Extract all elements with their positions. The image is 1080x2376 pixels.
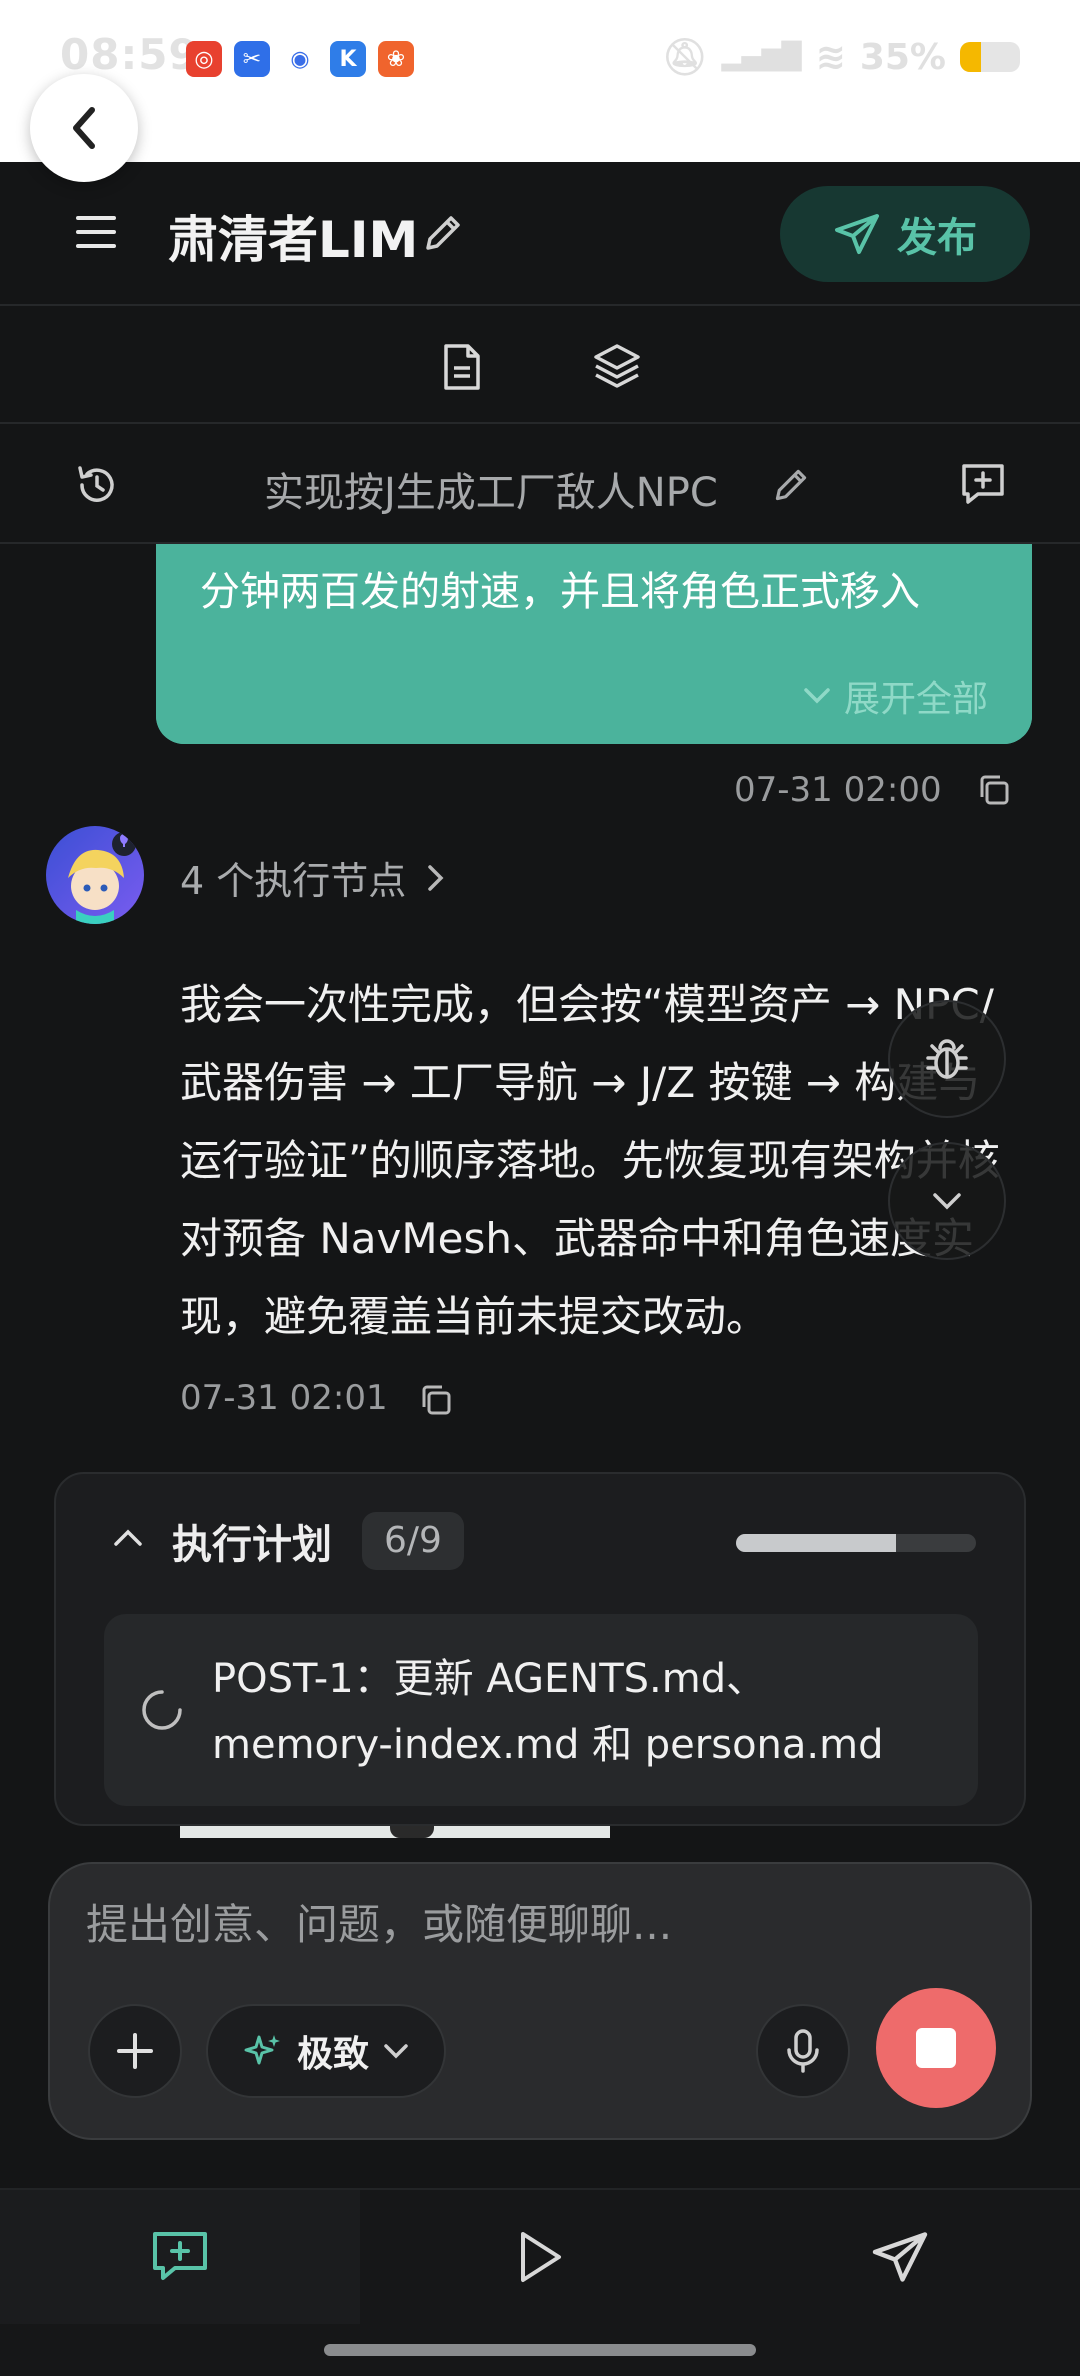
- status-app-icons: ◎ ✂ ◉ K ❀: [186, 41, 414, 77]
- home-indicator[interactable]: [324, 2344, 756, 2356]
- chevron-down-icon: [804, 688, 830, 704]
- publish-label: 发布: [897, 215, 977, 261]
- xianyu-icon: ✂: [234, 41, 270, 77]
- debug-button[interactable]: [888, 1000, 1006, 1118]
- kuwo-icon: K: [330, 41, 366, 77]
- plan-title: 执行计划: [172, 1522, 332, 1568]
- bug-icon: [926, 1039, 968, 1079]
- current-task-line-2: memory-index.md 和 persona.md: [212, 1722, 884, 1768]
- chat-icon: [153, 2232, 207, 2280]
- plus-icon: [117, 2033, 153, 2069]
- new-chat-icon[interactable]: [958, 460, 1008, 508]
- assistant-avatar: [46, 826, 144, 924]
- send-icon: [872, 2232, 928, 2282]
- loading-spinner-icon: [142, 1690, 182, 1730]
- sparkle-icon: [244, 2035, 280, 2065]
- mode-selector[interactable]: 极致: [206, 2004, 446, 2098]
- project-title: 肃清者LIM: [168, 211, 419, 269]
- assistant-reply-text: 我会一次性完成，但会按“模型资产 → NPC/武器伤害 → 工厂导航 → J/Z…: [180, 980, 1000, 1341]
- copy-icon[interactable]: [976, 772, 1012, 808]
- current-task-line-1: POST-1：更新 AGENTS.md、: [212, 1656, 767, 1702]
- execution-nodes-toggle[interactable]: 4 个执行节点: [180, 850, 446, 905]
- menu-icon[interactable]: [76, 214, 116, 250]
- mute-icon: 🔕︎: [661, 37, 708, 78]
- microphone-icon: [787, 2029, 819, 2073]
- play-icon: [521, 2232, 561, 2282]
- stop-generation-button[interactable]: [876, 1988, 996, 2108]
- battery-icon: [960, 42, 1020, 72]
- plan-step-count: 6/9: [362, 1512, 464, 1570]
- user-message-text: 分钟两百发的射速，并且将角色正式移入: [200, 569, 920, 615]
- add-attachment-button[interactable]: [88, 2004, 182, 2098]
- chevron-down-icon: [384, 2044, 408, 2059]
- netease-music-icon: ◎: [186, 41, 222, 77]
- message-composer: 极致: [48, 1862, 1032, 2140]
- status-bar: 08:59 ◎ ✂ ◉ K ❀ 🔕︎ ▂▄▆█ ≋ 35%: [0, 0, 1080, 162]
- signal-icon: ▂▄▆█: [721, 42, 802, 72]
- plan-progress-fill: [736, 1534, 897, 1552]
- bottom-navigation: [0, 2188, 1080, 2376]
- edit-title-icon[interactable]: [422, 212, 464, 254]
- execution-plan-card: 执行计划 6/9 POST-1：更新 AGENTS.md、 memory-ind…: [54, 1472, 1026, 1826]
- document-icon[interactable]: [440, 342, 484, 392]
- publish-button[interactable]: 发布: [780, 186, 1030, 282]
- edit-session-icon[interactable]: [772, 466, 810, 504]
- plan-progress-bar: [736, 1534, 976, 1552]
- user-message-timestamp: 07-31 02:00: [734, 770, 942, 810]
- app-header: 肃清者LIM 发布: [0, 162, 1080, 306]
- voice-input-button[interactable]: [756, 2004, 850, 2098]
- message-input[interactable]: [86, 1900, 986, 1949]
- browser-icon: ◉: [282, 41, 318, 77]
- copy-icon[interactable]: [418, 1382, 454, 1418]
- history-icon[interactable]: [74, 462, 120, 508]
- battery-percent: 35%: [859, 36, 946, 78]
- back-button[interactable]: [30, 74, 138, 182]
- expand-all-button[interactable]: 展开全部: [802, 670, 988, 722]
- send-icon: [835, 214, 879, 254]
- chevron-up-icon[interactable]: [112, 1528, 144, 1548]
- chevron-left-icon: [73, 107, 95, 149]
- current-task: POST-1：更新 AGENTS.md、 memory-index.md 和 p…: [104, 1614, 978, 1806]
- image-preview-edge: [180, 1826, 610, 1838]
- mode-label: 极致: [296, 2034, 369, 2075]
- status-time: 08:59: [60, 30, 199, 79]
- assistant-reply-timestamp: 07-31 02:01: [180, 1378, 388, 1418]
- user-message-bubble: 分钟两百发的射速，并且将角色正式移入 展开全部: [156, 544, 1032, 744]
- avatar-character-icon: [68, 832, 136, 924]
- stop-icon: [916, 2028, 956, 2068]
- status-indicators: 🔕︎ ▂▄▆█ ≋ 35%: [662, 36, 1020, 78]
- current-task-text: POST-1：更新 AGENTS.md、 memory-index.md 和 p…: [212, 1646, 883, 1778]
- tab-run[interactable]: [360, 2190, 720, 2324]
- session-bar: 实现按J生成工厂敌人NPC: [0, 424, 1080, 544]
- wifi-icon: ≋: [815, 36, 846, 78]
- battery-level: [960, 42, 981, 72]
- expand-label: 展开全部: [843, 679, 988, 720]
- tab-chat[interactable]: [0, 2190, 360, 2324]
- view-toolbar: [0, 306, 1080, 424]
- chevron-right-icon: [428, 864, 444, 891]
- chevron-down-icon: [933, 1193, 961, 1210]
- scroll-to-bottom-button[interactable]: [888, 1142, 1006, 1260]
- taobao-icon: ❀: [378, 41, 414, 77]
- execution-nodes-label: 4 个执行节点: [180, 859, 407, 903]
- session-title[interactable]: 实现按J生成工厂敌人NPC: [264, 460, 718, 518]
- tab-publish[interactable]: [720, 2190, 1080, 2324]
- layers-icon[interactable]: [592, 340, 642, 390]
